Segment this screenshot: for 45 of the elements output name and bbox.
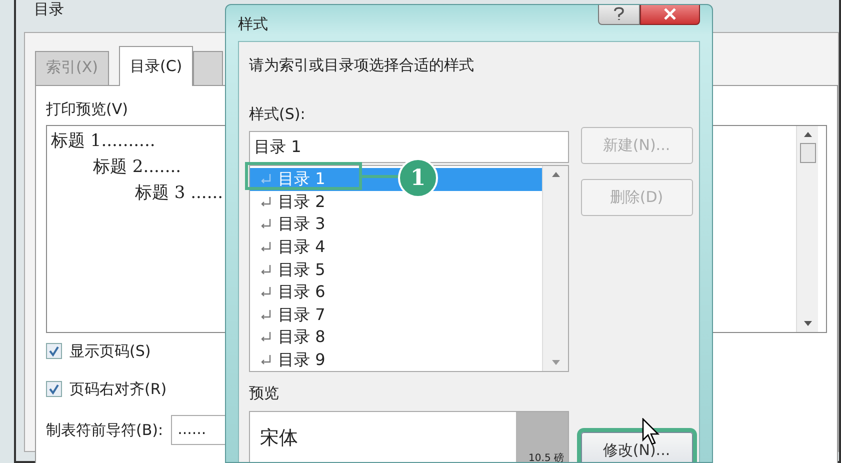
help-button[interactable] bbox=[598, 5, 640, 25]
font-size-label: 10.5 磅 bbox=[528, 452, 564, 462]
return-icon bbox=[260, 286, 272, 298]
return-icon bbox=[260, 173, 272, 186]
scroll-up-icon bbox=[552, 172, 560, 177]
scroll-up-icon bbox=[804, 132, 812, 136]
style-list-item[interactable]: 目录 9 bbox=[250, 348, 542, 372]
return-icon bbox=[260, 264, 272, 276]
checkbox-label: 页码右对齐(R) bbox=[70, 378, 167, 400]
return-icon bbox=[260, 308, 272, 321]
checkbox[interactable] bbox=[46, 380, 62, 397]
checkbox[interactable] bbox=[46, 343, 62, 360]
scroll-thumb[interactable] bbox=[800, 142, 816, 162]
return-icon bbox=[260, 196, 272, 208]
scrollbar[interactable] bbox=[796, 126, 818, 332]
style-list-item[interactable]: 目录 7 bbox=[250, 304, 542, 326]
scroll-down-icon bbox=[804, 320, 812, 326]
preview-text: 宋体 bbox=[259, 426, 299, 450]
field-label: 样式(S): bbox=[249, 104, 306, 124]
close-icon bbox=[664, 8, 676, 20]
preview-line: 标题 3 ...... bbox=[135, 182, 224, 204]
return-icon bbox=[260, 331, 272, 344]
field-label: 预览 bbox=[249, 383, 280, 404]
tab[interactable]: 目录(C) bbox=[118, 46, 194, 86]
window-title: 目录 bbox=[34, 0, 64, 18]
help-icon bbox=[614, 7, 624, 21]
style-list-item[interactable]: 目录 8 bbox=[250, 326, 542, 349]
return-icon bbox=[260, 241, 272, 254]
return-icon bbox=[260, 218, 272, 230]
style-input-field[interactable]: 目录 1 bbox=[249, 131, 569, 163]
field-label: 打印预览(V) bbox=[46, 99, 128, 120]
style-list-item[interactable]: 目录 5 bbox=[250, 258, 542, 281]
preview-line: 标题 2....... bbox=[93, 156, 182, 178]
scroll-down-icon bbox=[552, 360, 560, 365]
style-list-item[interactable]: 目录 4 bbox=[250, 236, 542, 258]
close-button[interactable] bbox=[640, 5, 700, 25]
style-list-item[interactable]: 目录 3 bbox=[250, 213, 542, 236]
scrollbar[interactable] bbox=[542, 166, 568, 371]
return-icon bbox=[260, 354, 272, 366]
preview-line: 标题 1.......... bbox=[51, 130, 156, 152]
window-title: 样式 bbox=[238, 15, 268, 33]
instruction-text: 请为索引或目录项选择合适的样式 bbox=[249, 55, 475, 76]
field-label: 制表符前导符(B): bbox=[46, 420, 164, 441]
style-list-item[interactable]: 目录 6 bbox=[250, 280, 542, 304]
checkbox-label: 显示页码(S) bbox=[70, 341, 151, 362]
